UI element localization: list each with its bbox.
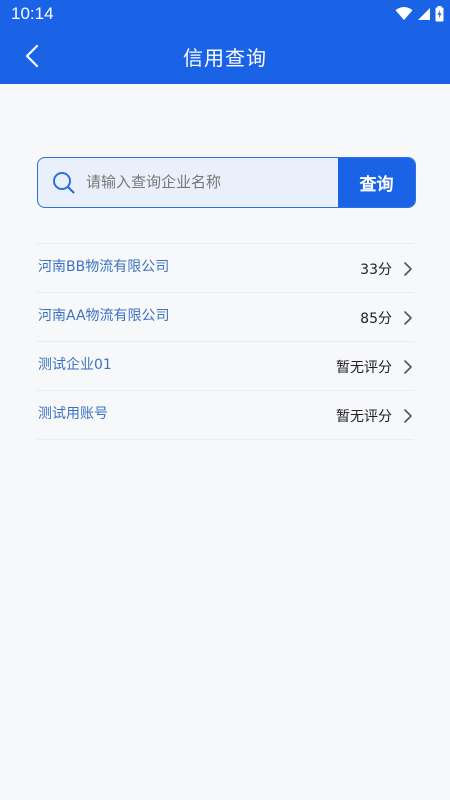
row-right: 暂无评分 [336,355,414,377]
credit-score: 暂无评分 [336,409,392,425]
signal-icon [418,8,430,20]
company-name: 测试用账号 [38,406,108,422]
credit-score: 暂无评分 [336,360,392,376]
status-time: 10:14 [11,4,54,23]
row-right: 暂无评分 [336,404,414,426]
list-item[interactable]: 河南AA物流有限公司 85分 [37,293,414,342]
row-right: 85分 [360,306,414,328]
search-bar: 查询 [37,157,416,208]
list-item[interactable]: 测试企业01 暂无评分 [37,342,414,391]
chevron-right-icon [404,262,412,276]
search-input[interactable] [86,158,336,206]
nav-bar: 信用查询 [0,28,450,84]
company-list: 河南BB物流有限公司 33分 河南AA物流有限公司 85分 测试企业01 暂无评… [37,243,414,440]
company-name: 河南BB物流有限公司 [38,259,170,275]
company-name: 测试企业01 [38,357,112,373]
company-name: 河南AA物流有限公司 [38,308,170,324]
status-bar: 10:14 [0,0,450,28]
chevron-right-icon [404,311,412,325]
battery-icon [435,6,444,22]
credit-score: 33分 [360,262,392,278]
list-item[interactable]: 测试用账号 暂无评分 [37,391,414,440]
app-header: 10:14 信用查询 [0,0,450,84]
status-icons [395,5,444,23]
chevron-right-icon [404,360,412,374]
chevron-right-icon [404,409,412,423]
wifi-icon [395,7,413,20]
page-title: 信用查询 [183,46,267,70]
list-item[interactable]: 河南BB物流有限公司 33分 [37,244,414,293]
search-icon [53,172,75,194]
credit-score: 85分 [360,311,392,327]
search-button[interactable]: 查询 [338,158,415,207]
row-right: 33分 [360,257,414,279]
